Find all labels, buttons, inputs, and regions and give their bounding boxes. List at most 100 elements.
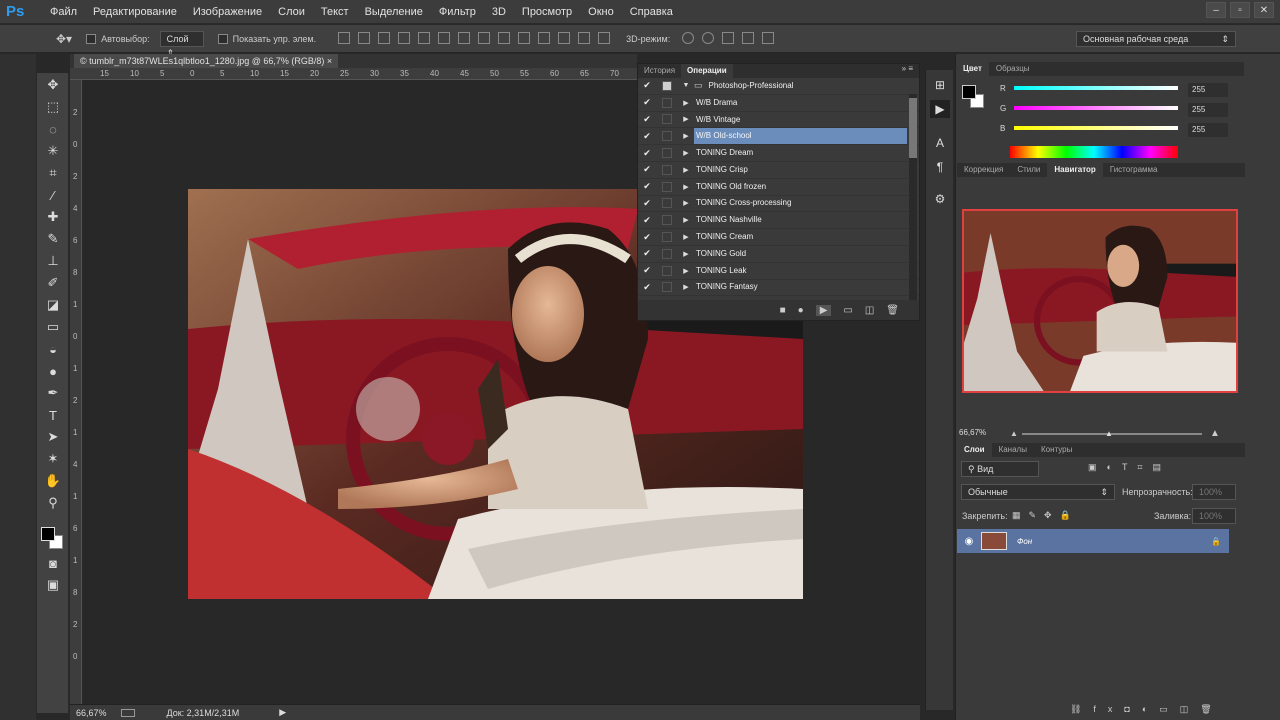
action-item[interactable]: ✔ ▶ TONING Cross-processing — [638, 196, 919, 213]
shape-tool-icon[interactable]: ✶ — [42, 449, 64, 469]
lasso-tool-icon[interactable]: ◌ — [42, 119, 64, 139]
move-tool-preset-icon[interactable]: ✥▾ — [56, 32, 72, 46]
quick-select-tool-icon[interactable]: ✳ — [42, 141, 64, 161]
dialog-toggle-icon[interactable] — [662, 97, 672, 108]
navigator-preview[interactable] — [962, 209, 1238, 393]
status-zoom[interactable]: 66,67% — [76, 708, 107, 718]
actions-scrollbar[interactable] — [909, 94, 917, 304]
brush-tool-icon[interactable]: ✎ — [42, 229, 64, 249]
check-icon[interactable]: ✔ — [638, 248, 656, 259]
expand-triangle-icon[interactable]: ▶ — [678, 166, 694, 174]
channel-slider[interactable] — [1014, 126, 1178, 130]
check-icon[interactable]: ✔ — [638, 164, 656, 175]
tab-histogram[interactable]: Гистограмма — [1103, 163, 1165, 177]
history-brush-icon[interactable]: ✐ — [42, 273, 64, 293]
crop-tool-icon[interactable]: ⌗ — [42, 163, 64, 183]
hand-tool-icon[interactable]: ✋ — [42, 471, 64, 491]
channel-value-field[interactable]: 255 — [1188, 83, 1228, 97]
autoselect-checkbox[interactable] — [86, 33, 97, 44]
visibility-eye-icon[interactable]: ◉ — [957, 536, 981, 547]
check-icon[interactable]: ✔ — [638, 131, 656, 142]
check-icon[interactable]: ✔ — [638, 198, 656, 209]
check-icon[interactable]: ✔ — [638, 80, 656, 91]
screen-mode-icon[interactable]: ▣ — [42, 575, 64, 595]
tab-navigator[interactable]: Навигатор — [1047, 163, 1103, 177]
navigator-zoom[interactable]: 66,67% — [959, 428, 986, 437]
dialog-toggle-icon[interactable] — [662, 248, 672, 259]
tab-swatches[interactable]: Образцы — [989, 62, 1037, 76]
color-spectrum[interactable] — [1010, 146, 1178, 158]
dialog-toggle-icon[interactable] — [662, 198, 672, 209]
3d-mode-icons[interactable] — [678, 31, 778, 46]
marquee-tool-icon[interactable]: ⬚ — [42, 97, 64, 117]
channel-value-field[interactable]: 255 — [1188, 103, 1228, 117]
type-tool-icon[interactable]: T — [42, 405, 64, 425]
action-item[interactable]: ✔ ▶ W/B Old-school — [638, 128, 919, 146]
stop-icon[interactable]: ■ — [780, 305, 786, 316]
action-item[interactable]: ✔ ▶ TONING Nashville — [638, 212, 919, 230]
dialog-toggle-icon[interactable] — [662, 131, 672, 142]
actions-panel-icon[interactable]: ▶ — [930, 100, 950, 118]
action-item[interactable]: ✔ ▶ W/B Vintage — [638, 112, 919, 129]
expand-triangle-icon[interactable]: ▶ — [678, 283, 694, 291]
tool-presets-icon[interactable]: ⚙ — [930, 190, 950, 208]
tab-history[interactable]: История — [638, 64, 681, 78]
history-panel-icon[interactable]: ⊞ — [930, 76, 950, 94]
check-icon[interactable]: ✔ — [638, 97, 656, 108]
close-tab-icon[interactable]: × — [327, 56, 332, 66]
expand-triangle-icon[interactable]: ▼ — [678, 82, 694, 89]
move-tool-icon[interactable]: ✥ — [42, 75, 64, 95]
layers-bottom-toolbar[interactable]: ⛓fx◘◐▭◫🗑 — [1070, 704, 1224, 715]
menu-layers[interactable]: Слои — [270, 0, 313, 24]
dialog-toggle-icon[interactable] — [662, 232, 672, 243]
action-item[interactable]: ✔ ▶ TONING Old frozen — [638, 179, 919, 196]
layer-filter-icons[interactable]: ▣◐T⌗▤ — [1088, 462, 1171, 473]
tab-channels[interactable]: Каналы — [992, 443, 1034, 457]
tab-layers[interactable]: Слои — [957, 443, 992, 457]
tab-styles[interactable]: Стили — [1010, 163, 1047, 177]
layer-filter-dropdown[interactable]: ⚲ Вид — [961, 461, 1039, 477]
dialog-toggle-icon[interactable] — [662, 181, 672, 192]
action-item[interactable]: ✔ ▶ TONING Dream — [638, 145, 919, 162]
menu-window[interactable]: Окно — [580, 0, 622, 24]
tab-actions[interactable]: Операции — [681, 64, 733, 78]
menu-text[interactable]: Текст — [313, 0, 357, 24]
expand-triangle-icon[interactable]: ▶ — [678, 216, 694, 224]
quick-mask-icon[interactable]: ◙ — [42, 553, 64, 573]
fill-field[interactable]: 100% — [1192, 508, 1236, 524]
workspace-dropdown[interactable]: Основная рабочая среда ⇕ — [1076, 30, 1236, 47]
menu-edit[interactable]: Редактирование — [85, 0, 185, 24]
dialog-toggle-icon[interactable] — [662, 215, 672, 226]
check-icon[interactable]: ✔ — [638, 114, 656, 125]
color-swatches[interactable] — [37, 515, 68, 551]
expand-triangle-icon[interactable]: ▶ — [678, 115, 694, 123]
expand-triangle-icon[interactable]: ▶ — [678, 183, 694, 191]
check-icon[interactable]: ✔ — [638, 265, 656, 276]
photoshop-logo[interactable]: Ps — [6, 1, 42, 23]
zoom-out-icon[interactable]: ▲ — [1010, 429, 1018, 438]
action-item[interactable]: ✔ ▶ TONING Crisp — [638, 162, 919, 179]
action-item[interactable]: ✔ ▶ TONING Cream — [638, 229, 919, 246]
blur-tool-icon[interactable]: ◒ — [42, 339, 64, 359]
action-item[interactable]: ✔ ▶ TONING Leak — [638, 263, 919, 280]
dialog-toggle-icon[interactable] — [662, 282, 672, 293]
lock-icons[interactable]: ▦✎✥🔒 — [1012, 510, 1079, 521]
expand-triangle-icon[interactable]: ▶ — [678, 149, 694, 157]
expand-triangle-icon[interactable]: ▶ — [678, 250, 694, 258]
menu-view[interactable]: Просмотр — [514, 0, 580, 24]
foreground-color[interactable] — [41, 527, 55, 541]
maximize-button[interactable]: ▫ — [1230, 2, 1250, 18]
menu-3d[interactable]: 3D — [484, 0, 514, 24]
menu-file[interactable]: Файл — [42, 0, 85, 24]
dodge-tool-icon[interactable]: ● — [42, 361, 64, 381]
check-icon[interactable]: ✔ — [638, 282, 656, 293]
new-action-icon[interactable]: ◫ — [865, 305, 874, 316]
action-item[interactable]: ✔ ▶ TONING Fantasy — [638, 280, 919, 297]
status-menu-arrow-icon[interactable]: ▶ — [279, 707, 286, 718]
opacity-field[interactable]: 100% — [1192, 484, 1236, 500]
action-item[interactable]: ✔ ▶ TONING Gold — [638, 246, 919, 263]
expand-triangle-icon[interactable]: ▶ — [678, 267, 694, 275]
scrollbar-thumb[interactable] — [909, 98, 917, 158]
expand-triangle-icon[interactable]: ▶ — [678, 199, 694, 207]
layer-row[interactable]: ◉ Фон 🔒 — [957, 529, 1229, 553]
